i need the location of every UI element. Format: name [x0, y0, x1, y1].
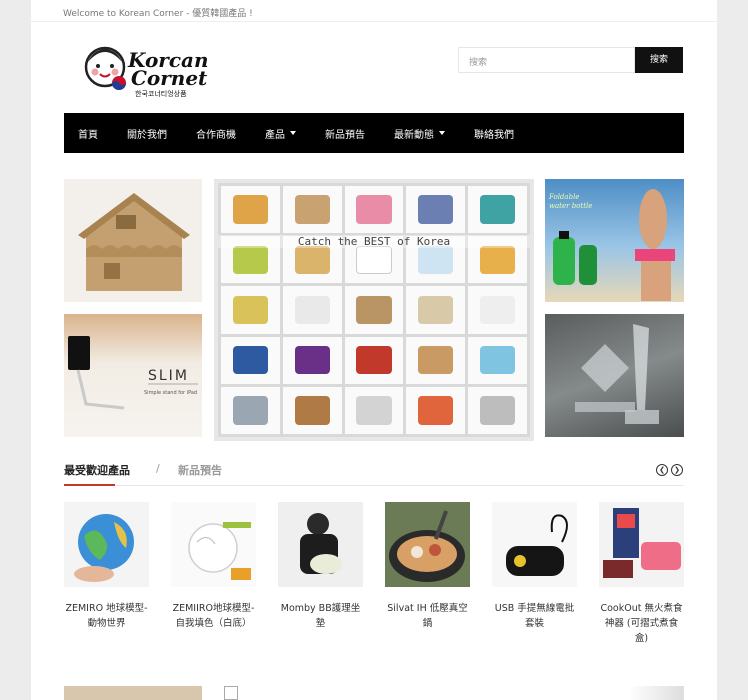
tab-popular-products[interactable]: 最受歡迎產品 — [64, 462, 130, 478]
main-nav: 首頁 關於我們 合作商機 產品 新品預告 最新動態 聯絡我們 — [64, 113, 684, 153]
search-button[interactable]: 搜索 — [635, 47, 683, 73]
tab-new-preview[interactable]: 新品預告 — [178, 462, 222, 478]
chevron-right-icon[interactable]: ❯ — [671, 464, 683, 476]
bottle-title: Foldable water bottle — [549, 193, 593, 210]
product-image[interactable] — [64, 502, 149, 587]
product-name[interactable]: Silvat IH 低壓真空鍋 — [385, 601, 470, 631]
nav-label: 關於我們 — [127, 129, 167, 141]
nav-item-products[interactable]: 產品 — [265, 126, 296, 141]
nav-label: 產品 — [265, 129, 285, 141]
nav-label: 首頁 — [78, 129, 98, 141]
bottom-banner-2[interactable] — [545, 686, 684, 700]
active-tab-underline — [64, 484, 115, 486]
product-image[interactable] — [385, 502, 470, 587]
bottom-banner-1[interactable] — [64, 686, 202, 700]
product-collage — [218, 183, 530, 437]
slim-ipad-stand-banner[interactable]: SLIM Simple stand for iPad — [64, 314, 202, 437]
nav-label: 合作商機 — [196, 129, 236, 141]
slim-title: SLIM — [148, 368, 189, 384]
korean-corner-logo[interactable]: Korcan Cornet 한국코너티엉상품 — [83, 40, 243, 100]
foldable-bottle-banner[interactable]: Foldable water bottle — [545, 179, 684, 302]
product-name[interactable]: USB 手提無線電批套裝 — [492, 601, 577, 631]
cardboard-house-banner[interactable] — [64, 179, 202, 302]
nav-item-news[interactable]: 最新動態 — [394, 126, 445, 141]
product-card[interactable]: ZEMIIRO地球模型-自我填色（白底） — [171, 502, 256, 646]
page: Welcome to Korean Corner - 優質韓國產品 ! Korc… — [31, 0, 717, 700]
product-card[interactable]: CookOut 無火煮食神器 (可摺式煮食盒) — [599, 502, 684, 646]
header: Korcan Cornet 한국코너티엉상품 搜索 搜索 — [31, 22, 717, 112]
product-name[interactable]: CookOut 無火煮食神器 (可摺式煮食盒) — [599, 601, 684, 646]
product-card[interactable]: Momby BB護理坐墊 — [278, 502, 363, 646]
tab-separator: / — [156, 462, 160, 475]
caret-down-icon — [290, 131, 296, 135]
product-card[interactable]: Silvat IH 低壓真空鍋 — [385, 502, 470, 646]
broken-image-icon — [224, 686, 238, 700]
topbar: Welcome to Korean Corner - 優質韓國產品 ! — [31, 0, 717, 22]
slim-subtitle: Simple stand for iPad — [144, 390, 198, 396]
product-card[interactable]: USB 手提無線電批套裝 — [492, 502, 577, 646]
product-image[interactable] — [492, 502, 577, 587]
nav-label: 聯絡我們 — [474, 129, 514, 141]
caret-down-icon — [439, 131, 445, 135]
search-input[interactable]: 搜索 — [458, 47, 635, 73]
product-name[interactable]: Momby BB護理坐墊 — [278, 601, 363, 631]
nav-label: 新品預告 — [325, 129, 365, 141]
product-carousel: ZEMIRO 地球模型-動物世界 ZEMIIRO地球模型-自我填色（白底） Mo… — [64, 502, 684, 646]
nav-item-new-preview[interactable]: 新品預告 — [325, 126, 365, 141]
product-image[interactable] — [599, 502, 684, 587]
welcome-text: Welcome to Korean Corner - 優質韓國產品 ! — [63, 9, 253, 19]
award-trophy-banner[interactable] — [545, 314, 684, 437]
logo-line2: Cornet — [131, 66, 208, 90]
search-placeholder: 搜索 — [469, 58, 488, 68]
nav-item-contact[interactable]: 聯絡我們 — [474, 126, 514, 141]
product-name[interactable]: ZEMIRO 地球模型-動物世界 — [64, 601, 149, 631]
product-section-header: 最受歡迎產品 / 新品預告 ❮ ❯ — [64, 456, 684, 486]
nav-item-home[interactable]: 首頁 — [78, 126, 98, 141]
nav-label: 最新動態 — [394, 129, 434, 141]
chevron-left-icon[interactable]: ❮ — [656, 464, 668, 476]
product-name[interactable]: ZEMIIRO地球模型-自我填色（白底） — [171, 601, 256, 631]
nav-item-business[interactable]: 合作商機 — [196, 126, 236, 141]
catch-best-korea-banner[interactable]: Catch the BEST of Korea — [214, 179, 534, 441]
nav-item-about[interactable]: 關於我們 — [127, 126, 167, 141]
product-card[interactable]: ZEMIRO 地球模型-動物世界 — [64, 502, 149, 646]
logo-korean: 한국코너티엉상품 — [135, 89, 187, 98]
product-image[interactable] — [278, 502, 363, 587]
product-image[interactable] — [171, 502, 256, 587]
catch-slogan: Catch the BEST of Korea — [218, 235, 530, 248]
